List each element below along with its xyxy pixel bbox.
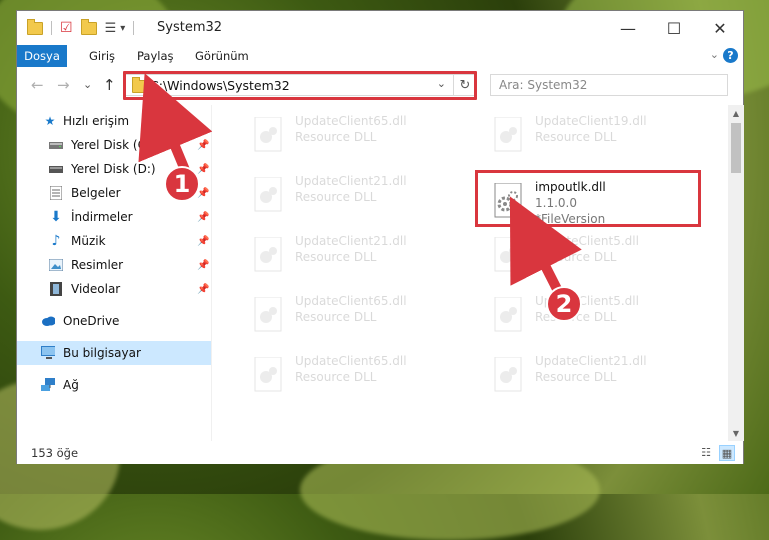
arrow-2 [509, 196, 582, 300]
callout-arrows [138, 73, 582, 300]
step-2-badge: 2 [546, 286, 582, 322]
step-1-badge: 1 [164, 166, 200, 202]
arrow-1 [138, 73, 213, 175]
